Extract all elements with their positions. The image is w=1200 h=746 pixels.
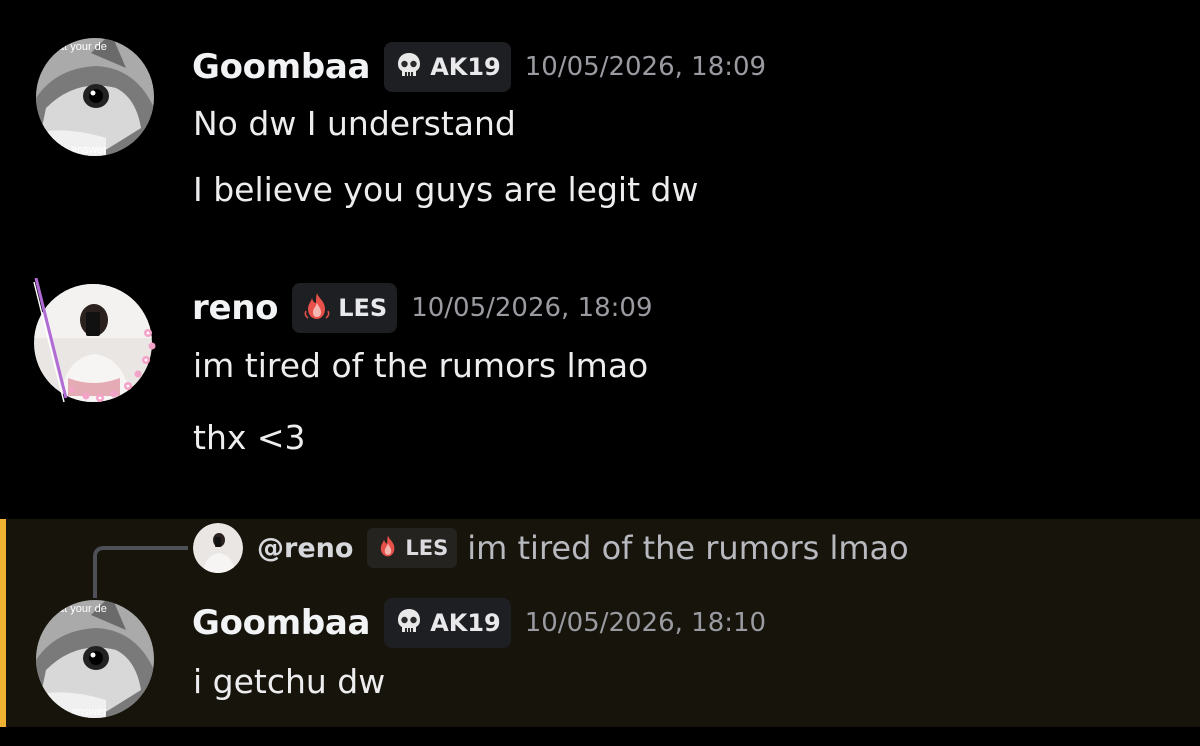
fire-icon — [376, 534, 400, 562]
message-line: I believe you guys are legit dw — [193, 170, 699, 209]
reply-snippet[interactable]: im tired of the rumors lmao — [467, 529, 908, 567]
avatar-goombaa[interactable]: at your de pls answer — [36, 38, 154, 156]
skull-icon — [394, 606, 424, 640]
avatar-caption-top: at your de — [58, 603, 107, 615]
server-tag[interactable]: AK19 — [384, 42, 511, 92]
reply-avatar — [193, 523, 243, 573]
timestamp[interactable]: 10/05/2026, 18:09 — [411, 293, 652, 323]
tag-label: LES — [338, 294, 388, 322]
message-header: reno LES 10/05/2026, 18:09 — [192, 283, 653, 333]
avatar-reno[interactable] — [33, 278, 156, 404]
tag-label: AK19 — [430, 609, 501, 637]
reply-preview[interactable]: @reno LES im tired of the rumors lmao — [193, 523, 909, 573]
skull-icon — [394, 50, 424, 84]
message-line: thx <3 — [193, 418, 306, 457]
cat-avatar-image: at your de pls answer — [36, 600, 154, 718]
reply-server-tag: LES — [367, 528, 458, 568]
avatar-goombaa[interactable]: at your de pls answer — [36, 600, 154, 718]
tag-label: AK19 — [430, 53, 501, 81]
username[interactable]: Goombaa — [192, 603, 370, 643]
timestamp[interactable]: 10/05/2026, 18:09 — [525, 52, 766, 82]
reply-connector — [93, 546, 188, 598]
cat-avatar-image: at your de pls answer — [36, 38, 154, 156]
avatar-caption-bottom: pls answer — [54, 706, 107, 718]
message-group-3-highlighted: @reno LES im tired of the rumors lmao at… — [0, 519, 1200, 727]
username[interactable]: reno — [192, 288, 279, 328]
reply-username[interactable]: @reno — [257, 533, 353, 564]
avatar-caption-bottom: pls answer — [54, 144, 107, 156]
fire-icon — [302, 291, 332, 325]
username[interactable]: Goombaa — [192, 47, 370, 87]
message-line: i getchu dw — [193, 662, 386, 701]
message-header: Goombaa AK19 10/05/2026, 18:09 — [192, 42, 766, 92]
timestamp[interactable]: 10/05/2026, 18:10 — [525, 608, 766, 638]
mention-highlight-bar — [0, 519, 6, 727]
message-line: im tired of the rumors lmao — [193, 346, 649, 385]
message-header: Goombaa AK19 10/05/2026, 18:10 — [192, 598, 766, 648]
selfie-avatar-image — [33, 278, 156, 403]
server-tag[interactable]: LES — [292, 283, 398, 333]
server-tag[interactable]: AK19 — [384, 598, 511, 648]
reply-tag-label: LES — [405, 536, 449, 560]
message-line: No dw I understand — [193, 104, 516, 143]
avatar-caption-top: at your de — [58, 41, 107, 53]
